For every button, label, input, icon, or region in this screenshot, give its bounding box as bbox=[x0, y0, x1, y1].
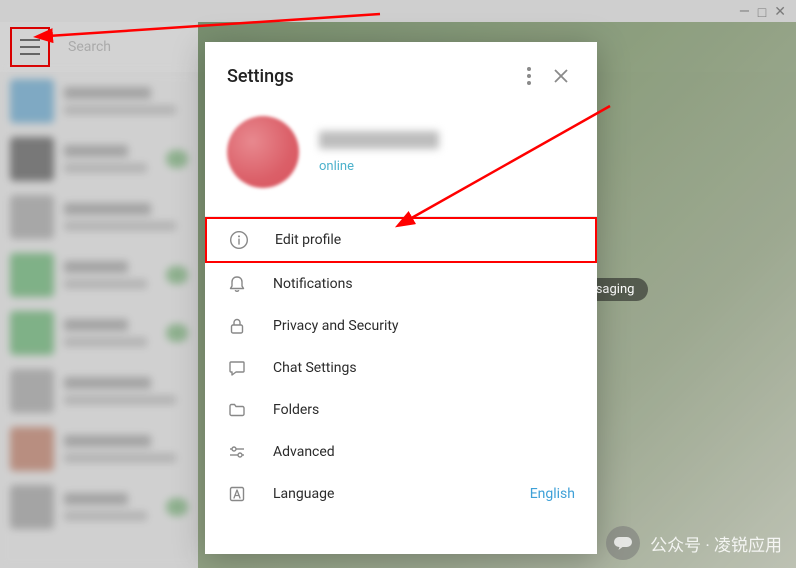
minimize-button[interactable]: — bbox=[739, 4, 750, 22]
lock-icon bbox=[227, 316, 247, 336]
sliders-icon bbox=[227, 442, 247, 462]
settings-menu: Edit profile Notifications Privacy and S… bbox=[205, 216, 597, 515]
chat-icon bbox=[227, 358, 247, 378]
watermark-text: 公众号 · 凌锐应用 bbox=[650, 531, 782, 556]
menu-item-privacy[interactable]: Privacy and Security bbox=[205, 305, 597, 347]
language-value: English bbox=[530, 486, 575, 502]
menu-label: Notifications bbox=[273, 276, 353, 292]
close-window-button[interactable]: ✕ bbox=[774, 4, 786, 22]
close-icon bbox=[554, 69, 568, 83]
menu-item-advanced[interactable]: Advanced bbox=[205, 431, 597, 473]
user-status: online bbox=[319, 159, 439, 174]
menu-item-edit-profile[interactable]: Edit profile bbox=[205, 217, 597, 263]
kebab-icon bbox=[527, 67, 531, 85]
maximize-button[interactable]: □ bbox=[758, 4, 766, 22]
menu-label: Edit profile bbox=[275, 232, 341, 248]
menu-item-notifications[interactable]: Notifications bbox=[205, 263, 597, 305]
avatar bbox=[227, 116, 299, 188]
profile-row[interactable]: online bbox=[205, 106, 597, 216]
menu-label: Privacy and Security bbox=[273, 318, 399, 334]
folder-icon bbox=[227, 400, 247, 420]
menu-item-language[interactable]: Language English bbox=[205, 473, 597, 515]
settings-title: Settings bbox=[227, 66, 513, 87]
menu-item-folders[interactable]: Folders bbox=[205, 389, 597, 431]
info-icon bbox=[229, 230, 249, 250]
watermark: 公众号 · 凌锐应用 bbox=[606, 526, 782, 560]
menu-label: Folders bbox=[273, 402, 319, 418]
window-controls: — □ ✕ bbox=[739, 0, 796, 22]
menu-label: Chat Settings bbox=[273, 360, 357, 376]
settings-header: Settings bbox=[205, 42, 597, 106]
menu-label: Advanced bbox=[273, 444, 335, 460]
menu-label: Language bbox=[273, 486, 334, 502]
settings-close-button[interactable] bbox=[545, 60, 577, 92]
bell-icon bbox=[227, 274, 247, 294]
watermark-icon bbox=[606, 526, 640, 560]
settings-dialog: Settings online Edit profile Notificatio… bbox=[205, 42, 597, 554]
menu-item-chat-settings[interactable]: Chat Settings bbox=[205, 347, 597, 389]
user-name bbox=[319, 131, 439, 149]
language-icon bbox=[227, 484, 247, 504]
settings-more-button[interactable] bbox=[513, 60, 545, 92]
